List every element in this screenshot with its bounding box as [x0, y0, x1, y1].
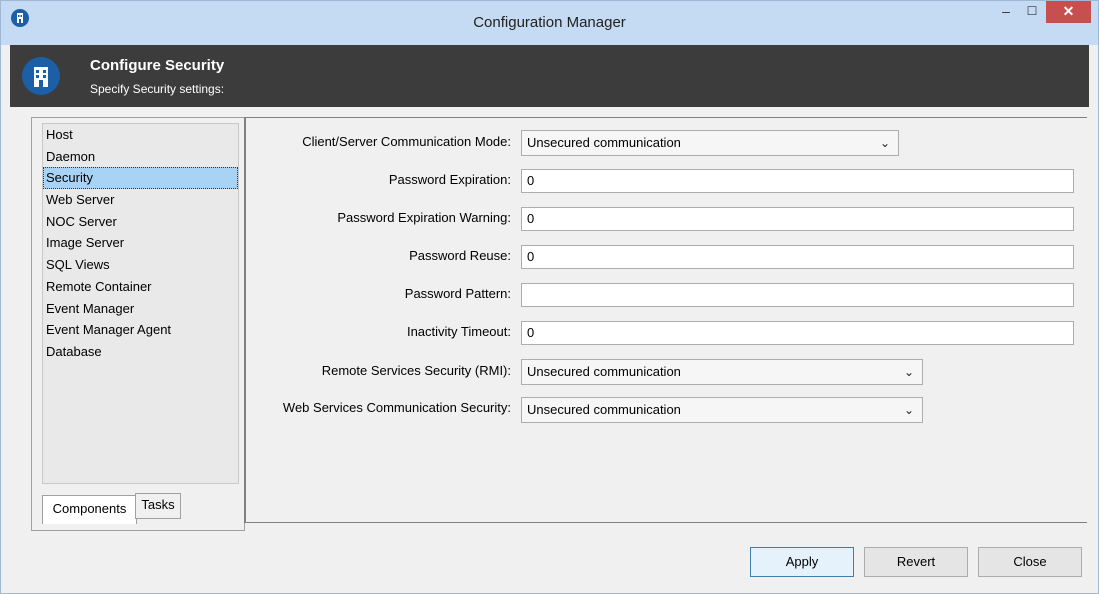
security-settings-panel: Client/Server Communication Mode: Unsecu…: [244, 117, 1087, 523]
password-reuse-label: Password Reuse:: [409, 248, 511, 263]
maximize-button[interactable]: ☐: [1019, 1, 1045, 23]
sidebar-item-event-manager-agent[interactable]: Event Manager Agent: [43, 319, 238, 341]
chevron-down-icon: ⌄: [903, 403, 914, 417]
revert-button[interactable]: Revert: [864, 547, 968, 577]
password-expiration-label: Password Expiration:: [388, 172, 511, 187]
sidebar-item-host[interactable]: Host: [43, 124, 238, 146]
inactivity-timeout-field[interactable]: 0: [521, 321, 1074, 345]
sidebar-item-remote-container[interactable]: Remote Container: [43, 276, 238, 298]
configuration-manager-window: Configuration Manager – ☐ ✕ Configure Se…: [0, 0, 1099, 594]
password-reuse-field[interactable]: 0: [521, 245, 1074, 269]
sidebar-item-image-server[interactable]: Image Server: [43, 232, 238, 254]
navigation-panel: Host Daemon Security Web Server NOC Serv…: [31, 117, 245, 531]
remote-services-security-value: Unsecured communication: [527, 364, 681, 379]
close-window-button[interactable]: ✕: [1046, 1, 1091, 23]
window-title: Configuration Manager: [473, 14, 626, 31]
remote-services-security-label: Remote Services Security (RMI):: [321, 363, 511, 378]
remote-services-security-select[interactable]: Unsecured communication ⌄: [521, 359, 923, 385]
tab-components[interactable]: Components: [42, 495, 137, 524]
minimize-button[interactable]: –: [993, 1, 1019, 23]
sidebar-item-daemon[interactable]: Daemon: [43, 146, 238, 168]
web-services-security-value: Unsecured communication: [527, 402, 681, 417]
page-subtitle: Specify Security settings:: [90, 82, 225, 96]
sidebar-item-web-server[interactable]: Web Server: [43, 189, 238, 211]
inactivity-timeout-label: Inactivity Timeout:: [406, 324, 511, 339]
client-server-mode-label: Client/Server Communication Mode:: [302, 134, 511, 149]
content-area: Host Daemon Security Web Server NOC Serv…: [10, 107, 1089, 545]
title-bar[interactable]: Configuration Manager – ☐ ✕: [1, 1, 1098, 45]
chevron-down-icon: ⌄: [879, 136, 890, 150]
page-header: Configure Security Specify Security sett…: [10, 45, 1089, 107]
sidebar-item-event-manager[interactable]: Event Manager: [43, 298, 238, 320]
client-server-mode-value: Unsecured communication: [527, 135, 681, 150]
web-services-security-label: Web Services Communication Security:: [282, 400, 511, 415]
tab-tasks[interactable]: Tasks: [135, 493, 181, 519]
close-button[interactable]: Close: [978, 547, 1082, 577]
chevron-down-icon: ⌄: [903, 365, 914, 379]
password-pattern-field[interactable]: [521, 283, 1074, 307]
sidebar-item-security[interactable]: Security: [43, 167, 238, 190]
password-expiration-field[interactable]: 0: [521, 169, 1074, 193]
page-title: Configure Security: [90, 57, 225, 74]
building-icon: [22, 57, 60, 95]
web-services-security-select[interactable]: Unsecured communication ⌄: [521, 397, 923, 423]
password-pattern-label: Password Pattern:: [404, 286, 511, 301]
password-expiration-warning-field[interactable]: 0: [521, 207, 1074, 231]
sidebar-item-noc-server[interactable]: NOC Server: [43, 211, 238, 233]
sidebar-item-database[interactable]: Database: [43, 341, 238, 363]
components-list[interactable]: Host Daemon Security Web Server NOC Serv…: [42, 123, 239, 484]
password-expiration-warning-label: Password Expiration Warning:: [337, 210, 511, 225]
sidebar-item-sql-views[interactable]: SQL Views: [43, 254, 238, 276]
client-server-mode-select[interactable]: Unsecured communication ⌄: [521, 130, 899, 156]
apply-button[interactable]: Apply: [750, 547, 854, 577]
